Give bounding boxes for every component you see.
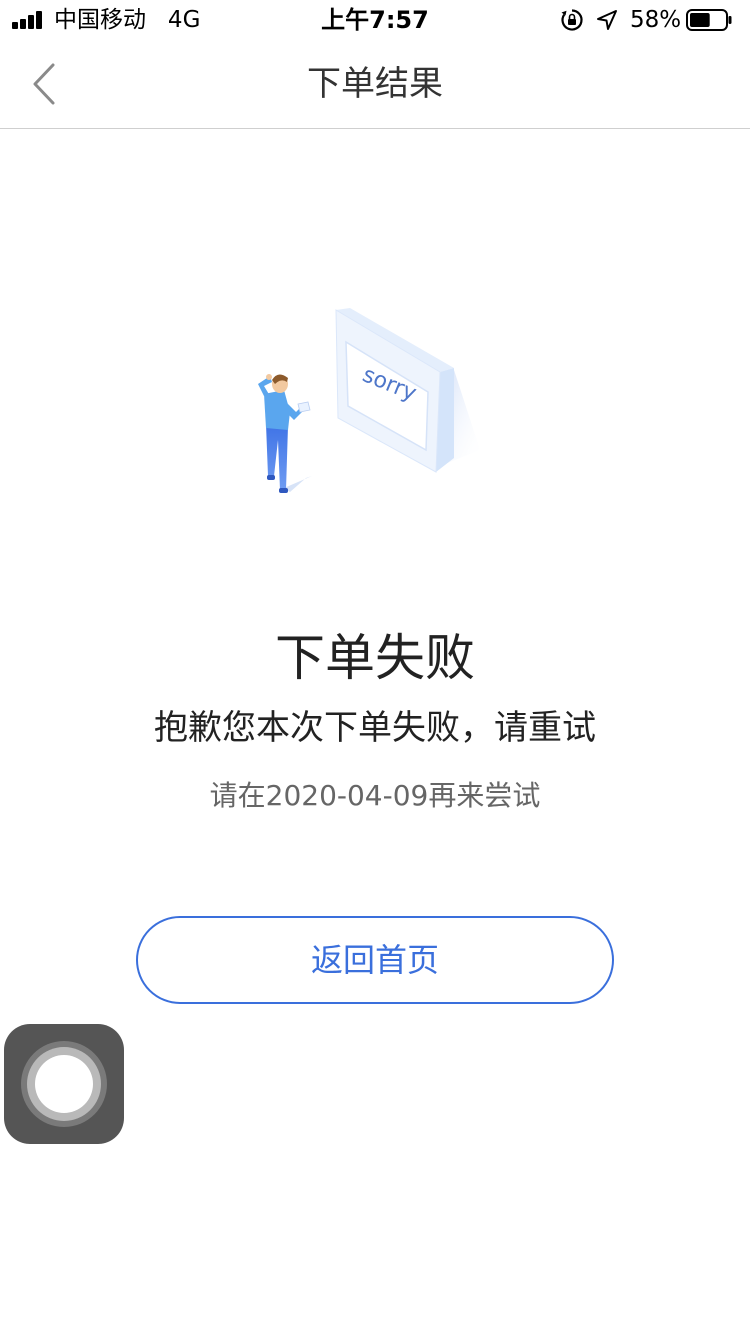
retry-date-hint: 请在2020-04-09再来尝试 <box>209 779 541 812</box>
order-result-screen: 中国移动 4G 上午7:57 58% 下单结果 sorry 下单失败 抱歉您本次… <box>0 0 750 1334</box>
battery-percentage: 58% <box>630 7 682 33</box>
result-title: 下单失败 <box>275 629 475 687</box>
location-arrow-icon <box>597 10 617 30</box>
page-title: 下单结果 <box>307 64 443 104</box>
orientation-lock-icon <box>561 9 583 31</box>
result-message: 抱歉您本次下单失败，请重试 <box>154 708 596 748</box>
return-home-button[interactable]: 返回首页 <box>136 916 614 1004</box>
assistive-touch-button[interactable] <box>4 1024 124 1144</box>
battery-icon <box>686 9 732 31</box>
navigation-bar: 下单结果 <box>0 40 750 129</box>
status-bar: 中国移动 4G 上午7:57 58% <box>0 0 750 40</box>
order-failed-illustration: sorry <box>258 308 480 493</box>
